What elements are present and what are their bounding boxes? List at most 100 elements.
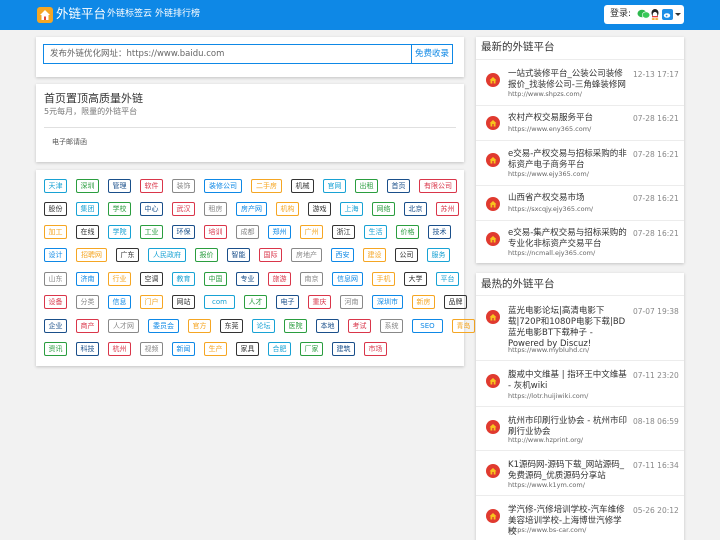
site-title-link[interactable]: 杭州市印刷行业协会 - 杭州市印刷行业协会 <box>508 416 630 438</box>
tag-link[interactable]: 智能 <box>227 248 250 262</box>
tag-link[interactable]: 电子 <box>276 295 299 309</box>
tag-link[interactable]: 武汉 <box>172 202 195 216</box>
tag-link[interactable]: 技术 <box>428 225 451 239</box>
tag-link[interactable]: 郑州 <box>268 225 291 239</box>
tag-link[interactable]: 新房 <box>412 295 435 309</box>
tag-link[interactable]: 市场 <box>364 342 387 356</box>
tag-link[interactable]: 杭州 <box>108 342 131 356</box>
tag-link[interactable]: 系统 <box>380 319 403 333</box>
tag-link[interactable]: 医院 <box>284 319 307 333</box>
tag-link[interactable]: 大学 <box>404 272 427 286</box>
tag-link[interactable]: 租房 <box>204 202 227 216</box>
url-submit-input[interactable]: 发布外链优化网址：https://www.baidu.com <box>43 44 411 64</box>
tag-link[interactable]: 环保 <box>172 225 195 239</box>
tag-link[interactable]: 官方 <box>188 319 211 333</box>
tag-link[interactable]: 济南 <box>76 272 99 286</box>
tag-link[interactable]: 生活 <box>364 225 387 239</box>
tag-link[interactable]: 平台 <box>436 272 459 286</box>
tag-link[interactable]: 深圳 <box>76 179 99 193</box>
tag-link[interactable]: 浙江 <box>332 225 355 239</box>
tag-link[interactable]: 家具 <box>236 342 259 356</box>
tag-link[interactable]: 信息 <box>108 295 131 309</box>
tag-link[interactable]: 天津 <box>44 179 67 193</box>
tag-link[interactable]: 生产 <box>204 342 227 356</box>
tag-link[interactable]: 企业 <box>44 319 67 333</box>
tag-link[interactable]: 河南 <box>340 295 363 309</box>
tag-link[interactable]: 学校 <box>108 202 131 216</box>
tag-link[interactable]: 手机 <box>372 272 395 286</box>
tag-link[interactable]: 山东 <box>44 272 67 286</box>
site-title-link[interactable]: e交易-产权交易与招标采购的非标资产电子商务平台 <box>508 149 630 171</box>
tag-link[interactable]: 视频 <box>140 342 163 356</box>
nav-tag-cloud[interactable]: 外链标签云 <box>107 9 152 20</box>
login-dropdown[interactable]: 登录: <box>604 5 684 24</box>
tag-link[interactable]: 管理 <box>108 179 131 193</box>
tag-link[interactable]: 游戏 <box>308 202 331 216</box>
tag-link[interactable]: 行业 <box>108 272 131 286</box>
tag-link[interactable]: 信息网 <box>332 272 363 286</box>
chevron-down-icon[interactable] <box>675 13 681 16</box>
email-invite-link[interactable]: 电子邮请函 <box>52 138 87 147</box>
tag-link[interactable]: 装饰 <box>172 179 195 193</box>
tag-link[interactable]: 网络 <box>372 202 395 216</box>
tag-link[interactable]: 服务 <box>427 248 450 262</box>
tag-link[interactable]: 中国 <box>204 272 227 286</box>
tag-link[interactable]: 广东 <box>116 248 139 262</box>
tag-link[interactable]: 加工 <box>44 225 67 239</box>
tag-link[interactable]: 机构 <box>276 202 299 216</box>
tag-link[interactable]: 青岛 <box>452 319 475 333</box>
tag-link[interactable]: 人才网 <box>108 319 139 333</box>
tag-link[interactable]: 门户 <box>140 295 163 309</box>
wechat-icon[interactable] <box>637 9 650 19</box>
tag-link[interactable]: 本地 <box>316 319 339 333</box>
tag-link[interactable]: 考试 <box>348 319 371 333</box>
tag-link[interactable]: 设计 <box>44 248 67 262</box>
tag-link[interactable]: 二手房 <box>251 179 282 193</box>
tag-link[interactable]: 培训 <box>204 225 227 239</box>
house-logo-icon[interactable] <box>37 7 53 23</box>
tag-link[interactable]: 建设 <box>363 248 386 262</box>
tag-link[interactable]: 委员会 <box>148 319 179 333</box>
site-title-link[interactable]: 一站式装修平台_公装公司装修报价_找装修公司-三角蜂装修网 <box>508 69 630 91</box>
tag-link[interactable]: 价格 <box>396 225 419 239</box>
tag-link[interactable]: 房地产 <box>291 248 322 262</box>
tag-link[interactable]: com <box>204 295 235 309</box>
tag-link[interactable]: 工业 <box>140 225 163 239</box>
site-title-link[interactable]: 腹戒中文维基 | 指环王中文维基 - 灰机wiki <box>508 370 630 392</box>
tag-link[interactable]: 东莞 <box>220 319 243 333</box>
tag-link[interactable]: 成都 <box>236 225 259 239</box>
tag-link[interactable]: 科技 <box>76 342 99 356</box>
tag-link[interactable]: 厂家 <box>300 342 323 356</box>
brand-name[interactable]: 外链平台 <box>56 6 106 22</box>
tag-link[interactable]: 建筑 <box>332 342 355 356</box>
tag-link[interactable]: 教育 <box>172 272 195 286</box>
tag-link[interactable]: 北京 <box>404 202 427 216</box>
tag-link[interactable]: 出租 <box>355 179 378 193</box>
tag-link[interactable]: 房产网 <box>236 202 267 216</box>
site-title-link[interactable]: 蓝光电影论坛|高清电影下载|720P和1080P电影下载|BD蓝光电影BT下载种… <box>508 306 630 350</box>
tag-link[interactable]: 公司 <box>395 248 418 262</box>
tag-link[interactable]: 论坛 <box>252 319 275 333</box>
tag-link[interactable]: 招聘网 <box>76 248 107 262</box>
tag-link[interactable]: 商产 <box>76 319 99 333</box>
tag-link[interactable]: 机械 <box>291 179 314 193</box>
tag-link[interactable]: 设备 <box>44 295 67 309</box>
tag-link[interactable]: 装修公司 <box>204 179 242 193</box>
tag-link[interactable]: 网站 <box>172 295 195 309</box>
tag-link[interactable]: 首页 <box>387 179 410 193</box>
tag-link[interactable]: 新闻 <box>172 342 195 356</box>
tag-link[interactable]: 深圳市 <box>372 295 403 309</box>
tag-link[interactable]: 官网 <box>323 179 346 193</box>
tag-link[interactable]: 苏州 <box>436 202 459 216</box>
tag-link[interactable]: 在线 <box>76 225 99 239</box>
free-submit-button[interactable]: 免费收录 <box>411 44 453 64</box>
tag-link[interactable]: 资讯 <box>44 342 67 356</box>
tag-link[interactable]: SEO <box>412 319 443 333</box>
site-title-link[interactable]: K1源码网-源码下载_网站源码_免费源码_优质源码分享站 <box>508 460 630 482</box>
tag-link[interactable]: 报价 <box>195 248 218 262</box>
tag-link[interactable]: 广州 <box>300 225 323 239</box>
tag-link[interactable]: 中心 <box>140 202 163 216</box>
site-title-link[interactable]: 山西省产权交易市场 <box>508 193 630 204</box>
tag-link[interactable]: 有限公司 <box>419 179 457 193</box>
tag-link[interactable]: 集团 <box>76 202 99 216</box>
